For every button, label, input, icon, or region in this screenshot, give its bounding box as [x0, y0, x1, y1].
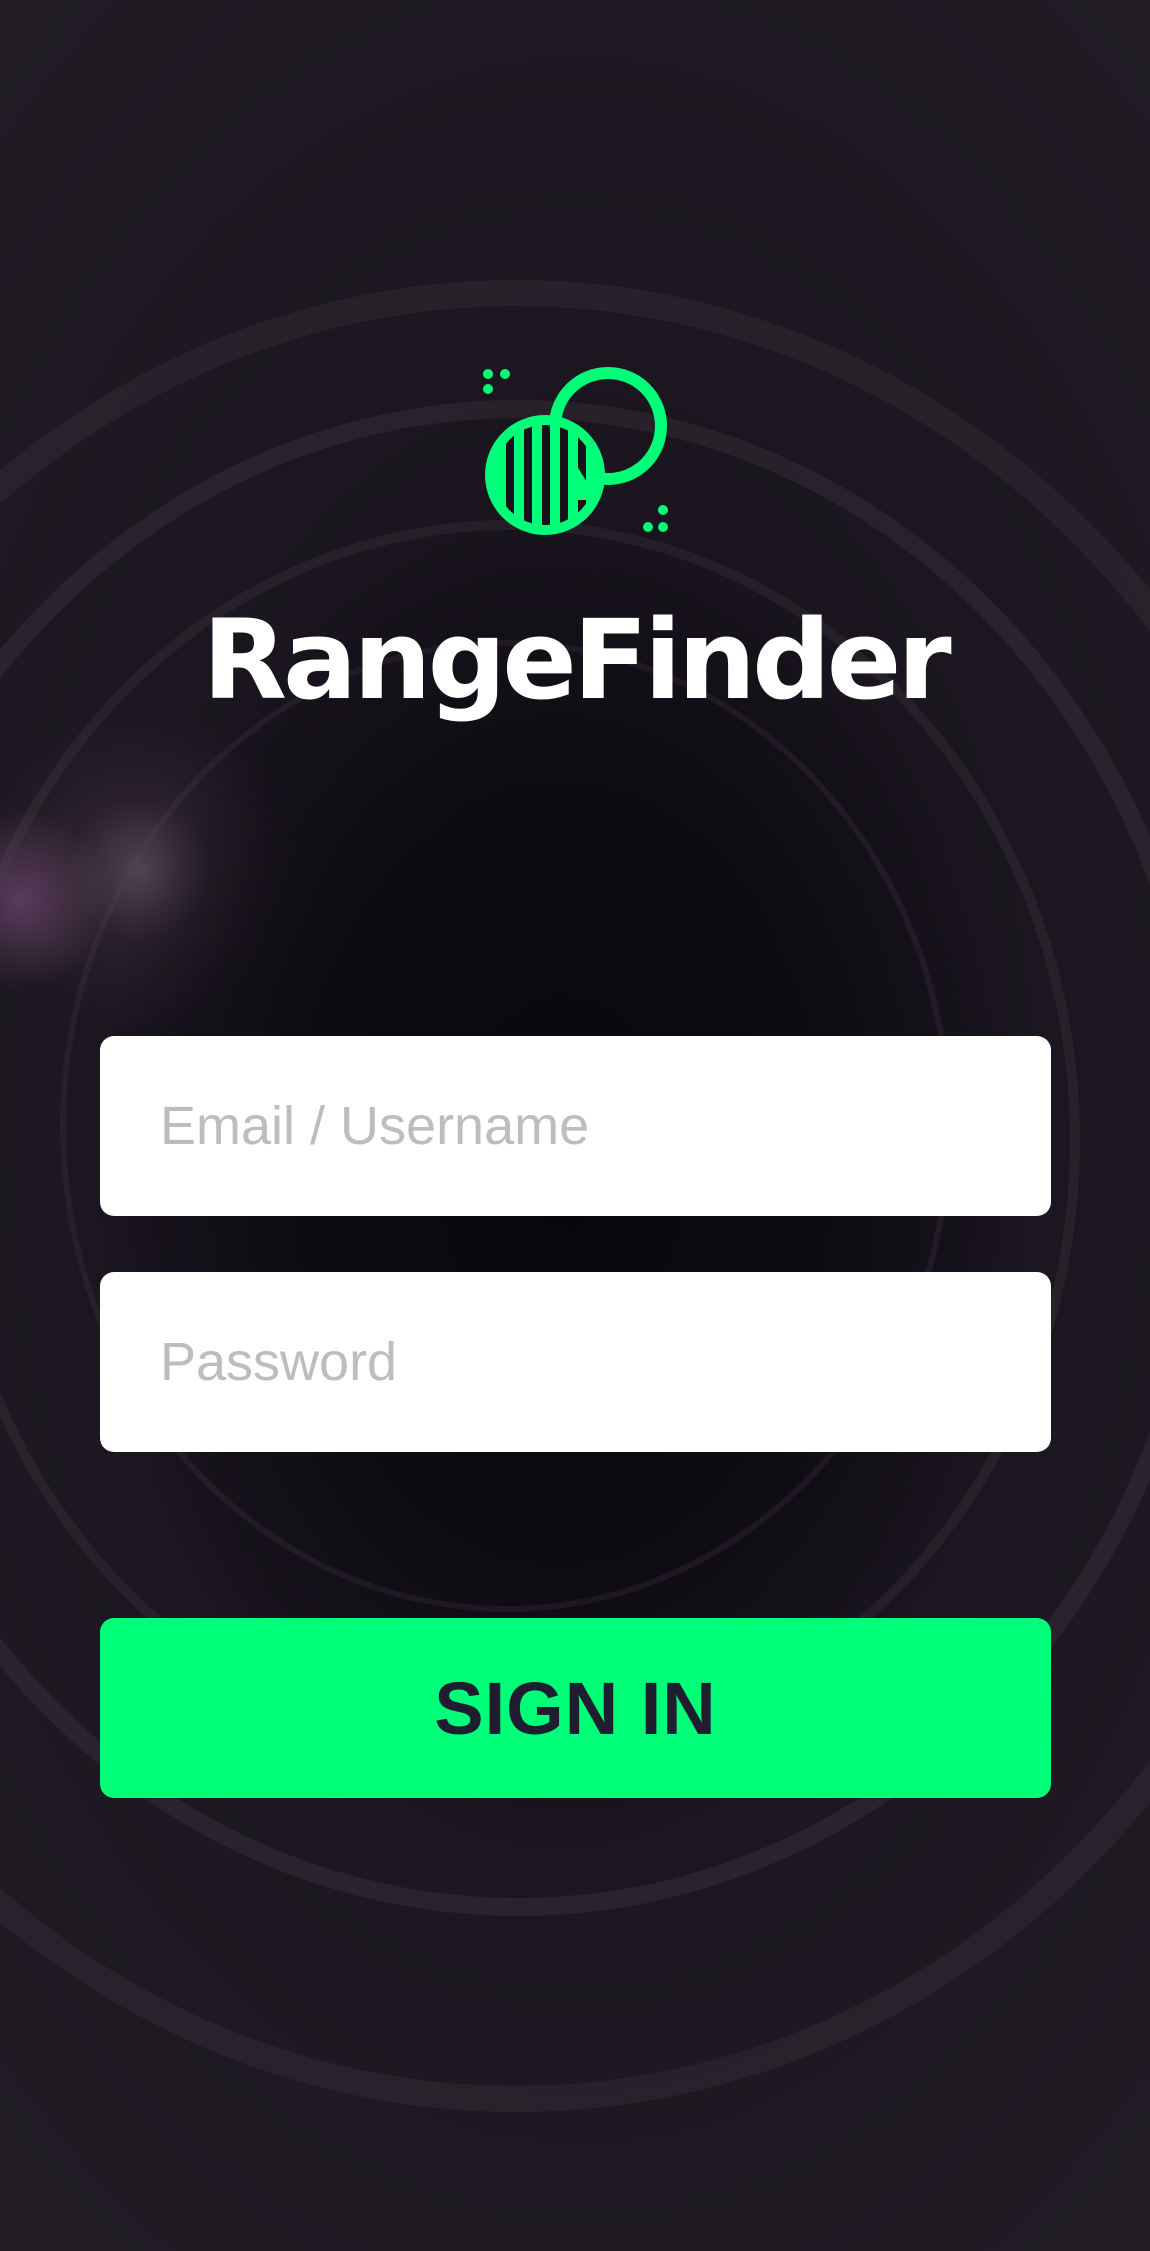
- username-field[interactable]: [100, 1036, 1051, 1216]
- logo: [480, 360, 680, 540]
- password-field[interactable]: [100, 1272, 1051, 1452]
- sign-in-button[interactable]: SIGN IN: [100, 1618, 1051, 1798]
- password-input[interactable]: [100, 1272, 1051, 1452]
- rangefinder-lens-logo-icon: [483, 367, 668, 535]
- username-input[interactable]: [100, 1036, 1051, 1216]
- app-title: RangeFinder: [202, 596, 951, 724]
